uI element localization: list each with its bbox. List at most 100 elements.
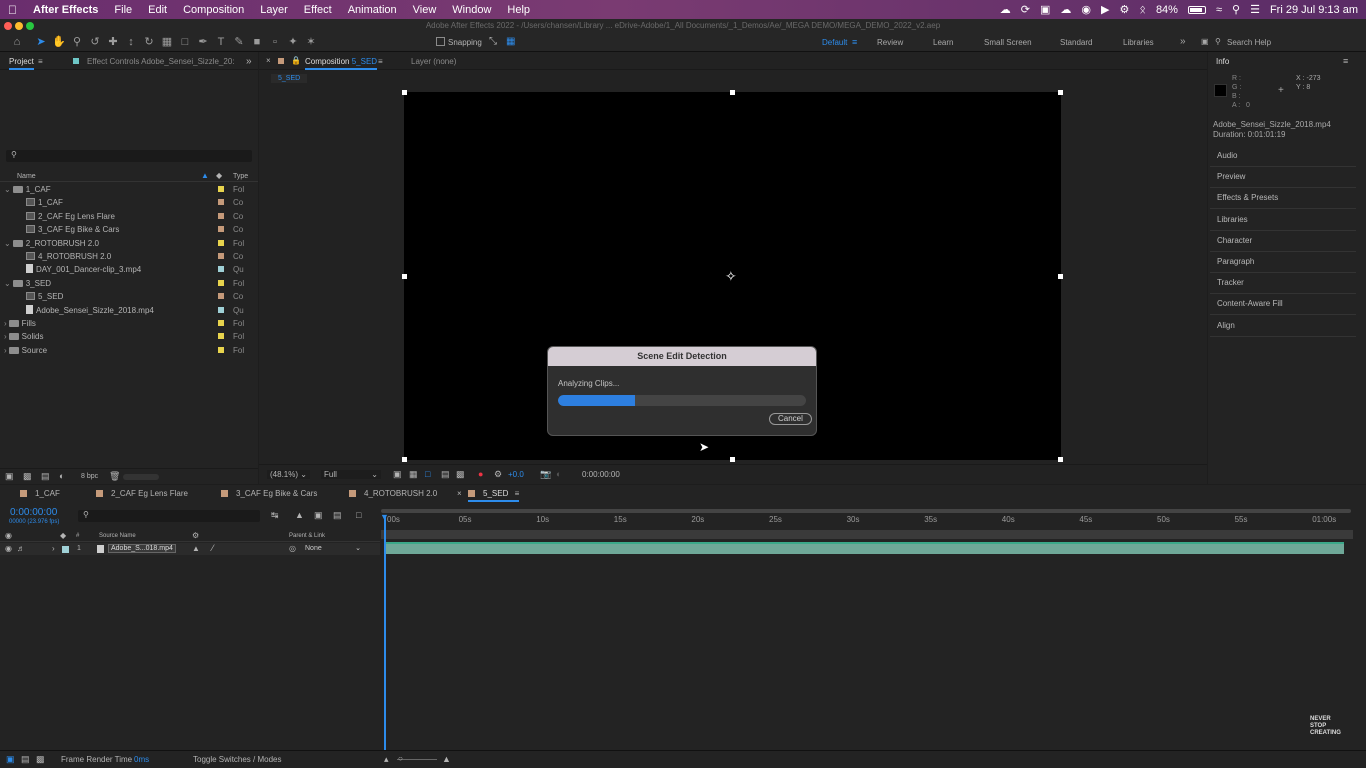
label-color-swatch[interactable] [218,186,224,192]
work-area-bar[interactable] [381,530,1353,539]
project-item[interactable]: Adobe_Sensei_Sizzle_2018.mp4 Qu [0,304,256,317]
search-icon[interactable]: ⚲ [1232,3,1240,16]
switches-header-icon[interactable]: ⚙ [192,531,199,540]
label-color-swatch[interactable] [218,226,224,233]
workspace-review[interactable]: Review [877,38,903,47]
zoom-slider-thumb-icon[interactable]: ○ [398,754,403,763]
layer-switches-icon[interactable]: ▣ [6,754,15,765]
pan-behind-tool-icon[interactable]: ▦ [160,35,174,49]
transform-handle[interactable] [402,457,407,462]
transform-handle[interactable] [1058,90,1063,95]
cancel-button[interactable]: Cancel [769,413,812,425]
project-item[interactable]: › Fills Fol [0,317,256,330]
panel-overflow-icon[interactable]: » [246,56,252,67]
project-item[interactable]: ⌄ 1_CAF Fol [0,183,256,196]
disclosure-triangle-icon[interactable]: ⌄ [4,279,11,288]
home-icon[interactable]: ⌂ [10,35,24,49]
label-color-swatch[interactable] [218,346,224,353]
menu-view[interactable]: View [405,4,445,16]
project-item[interactable]: 4_ROTOBRUSH 2.0 Co [0,250,256,263]
audio-icon[interactable]: ♬ [17,544,25,553]
project-item[interactable]: › Solids Fol [0,330,256,343]
minimize-window-button[interactable] [15,22,23,30]
timeline-tab[interactable]: 3_CAF Eg Bike & Cars [221,489,317,498]
close-window-button[interactable] [4,22,12,30]
dolly-tool-icon[interactable]: ↕ [124,35,138,49]
new-composition-icon[interactable]: ▤ [41,471,50,482]
zoom-window-button[interactable] [26,22,34,30]
toggle-switches-modes-button[interactable]: Toggle Switches / Modes [193,755,282,764]
project-search-input[interactable]: ⚲ [6,150,252,162]
timeline-zoom-slider[interactable] [397,759,437,760]
visibility-eye-icon[interactable]: ◉ [5,544,12,553]
label-header-icon[interactable]: ◆ [60,531,66,540]
layer-duration-bar[interactable] [386,542,1344,554]
in-out-icon[interactable]: ▩ [36,754,45,765]
hide-shy-layers-icon[interactable]: ▣ [314,510,323,521]
grid-guides-icon[interactable]: ▩ [456,469,465,480]
project-item[interactable]: 1_CAF Co [0,196,256,209]
panel-effects-presets[interactable]: Effects & Presets [1217,193,1278,202]
label-column-icon[interactable]: ◆ [216,171,222,180]
comp-menu-icon[interactable]: ≡ [378,57,383,66]
timeline-current-time[interactable]: 0:00:00:00 [10,507,57,518]
label-color-swatch[interactable] [218,266,224,273]
graph-editor-icon[interactable]: □ [356,510,361,520]
workspace-learn[interactable]: Learn [933,38,953,47]
tab-composition[interactable]: Composition 5_SED [305,57,378,70]
comp-breadcrumb[interactable]: 5_SED [271,74,308,83]
label-color-swatch[interactable] [218,199,224,206]
panel-character[interactable]: Character [1217,236,1252,245]
workspace-menu-icon[interactable]: ≡ [852,37,857,47]
eraser-tool-icon[interactable]: ▫ [268,35,282,49]
pen-tool-icon[interactable]: ✒ [196,35,210,49]
panel-tracker[interactable]: Tracker [1217,278,1244,287]
creative-cloud-icon[interactable]: ☁ [1000,3,1011,16]
workspace-overflow-icon[interactable]: » [1180,36,1186,47]
snapping-checkbox[interactable] [436,37,445,46]
color-channel-icon[interactable]: ● [478,469,483,479]
timeline-menu-icon[interactable]: ≡ [512,489,520,498]
exposure-value[interactable]: +0.0 [508,470,524,479]
shy-switch-icon[interactable]: ▲ [192,544,200,553]
project-menu-icon[interactable]: ≡ [38,57,43,66]
adjust-settings-icon[interactable]: ◐ [59,471,64,481]
transparency-grid-icon[interactable]: ▦ [409,469,418,480]
timeline-tab[interactable]: 2_CAF Eg Lens Flare [96,489,188,498]
panel-toggle-icon[interactable]: ▣ [1201,37,1209,46]
zoom-out-icon[interactable]: ▴ [384,754,389,765]
current-time[interactable]: 0:00:00:00 [582,470,620,479]
clock[interactable]: Fri 29 Jul 9:13 am [1270,4,1358,16]
zoom-tool-icon[interactable]: ⚲ [70,35,84,49]
column-name[interactable]: Name [17,173,36,180]
resolution-dropdown[interactable]: Full ⌄ [321,470,381,479]
timeline-tab[interactable]: 4_ROTOBRUSH 2.0 [349,489,437,498]
selection-tool-icon[interactable]: ➤ [34,35,48,49]
transform-handle[interactable] [402,274,407,279]
workspace-standard[interactable]: Standard [1060,38,1092,47]
disclosure-triangle-icon[interactable]: › [4,346,7,355]
transfer-controls-icon[interactable]: ▤ [21,754,30,765]
project-item[interactable]: DAY_001_Dancer-clip_3.mp4 Qu [0,263,256,276]
label-color-swatch[interactable] [218,293,224,300]
region-of-interest-icon[interactable]: ▤ [441,469,450,480]
transform-handle[interactable] [730,90,735,95]
screen-icon[interactable]: ▣ [1040,3,1050,16]
layer-label-color[interactable] [62,546,69,553]
info-menu-icon[interactable]: ≡ [1343,56,1348,66]
label-color-swatch[interactable] [218,306,224,313]
fast-previews-icon[interactable]: ▣ [393,469,402,480]
panel-audio[interactable]: Audio [1217,151,1237,160]
snap-target-icon[interactable]: ▦ [506,36,515,47]
project-item[interactable]: ⌄ 3_SED Fol [0,277,256,290]
apple-icon[interactable]:  [0,3,25,17]
zoom-dropdown[interactable]: (48.1%) ⌄ [267,470,310,479]
disclosure-triangle-icon[interactable]: › [4,332,7,341]
panel-preview[interactable]: Preview [1217,172,1245,181]
control-center-icon[interactable]: ☰ [1250,3,1260,16]
sync-icon[interactable]: ⟳ [1021,3,1030,16]
quality-switch-icon[interactable]: ⁄ [212,543,214,553]
exposure-reset-icon[interactable]: ⚙ [494,469,502,480]
pickwhip-icon[interactable]: ◎ [289,544,296,553]
playhead-icon[interactable]: ▼ [380,512,389,522]
